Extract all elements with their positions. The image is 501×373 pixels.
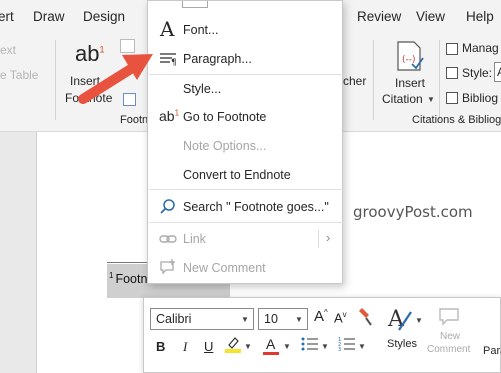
- annotation-arrow: [78, 54, 153, 104]
